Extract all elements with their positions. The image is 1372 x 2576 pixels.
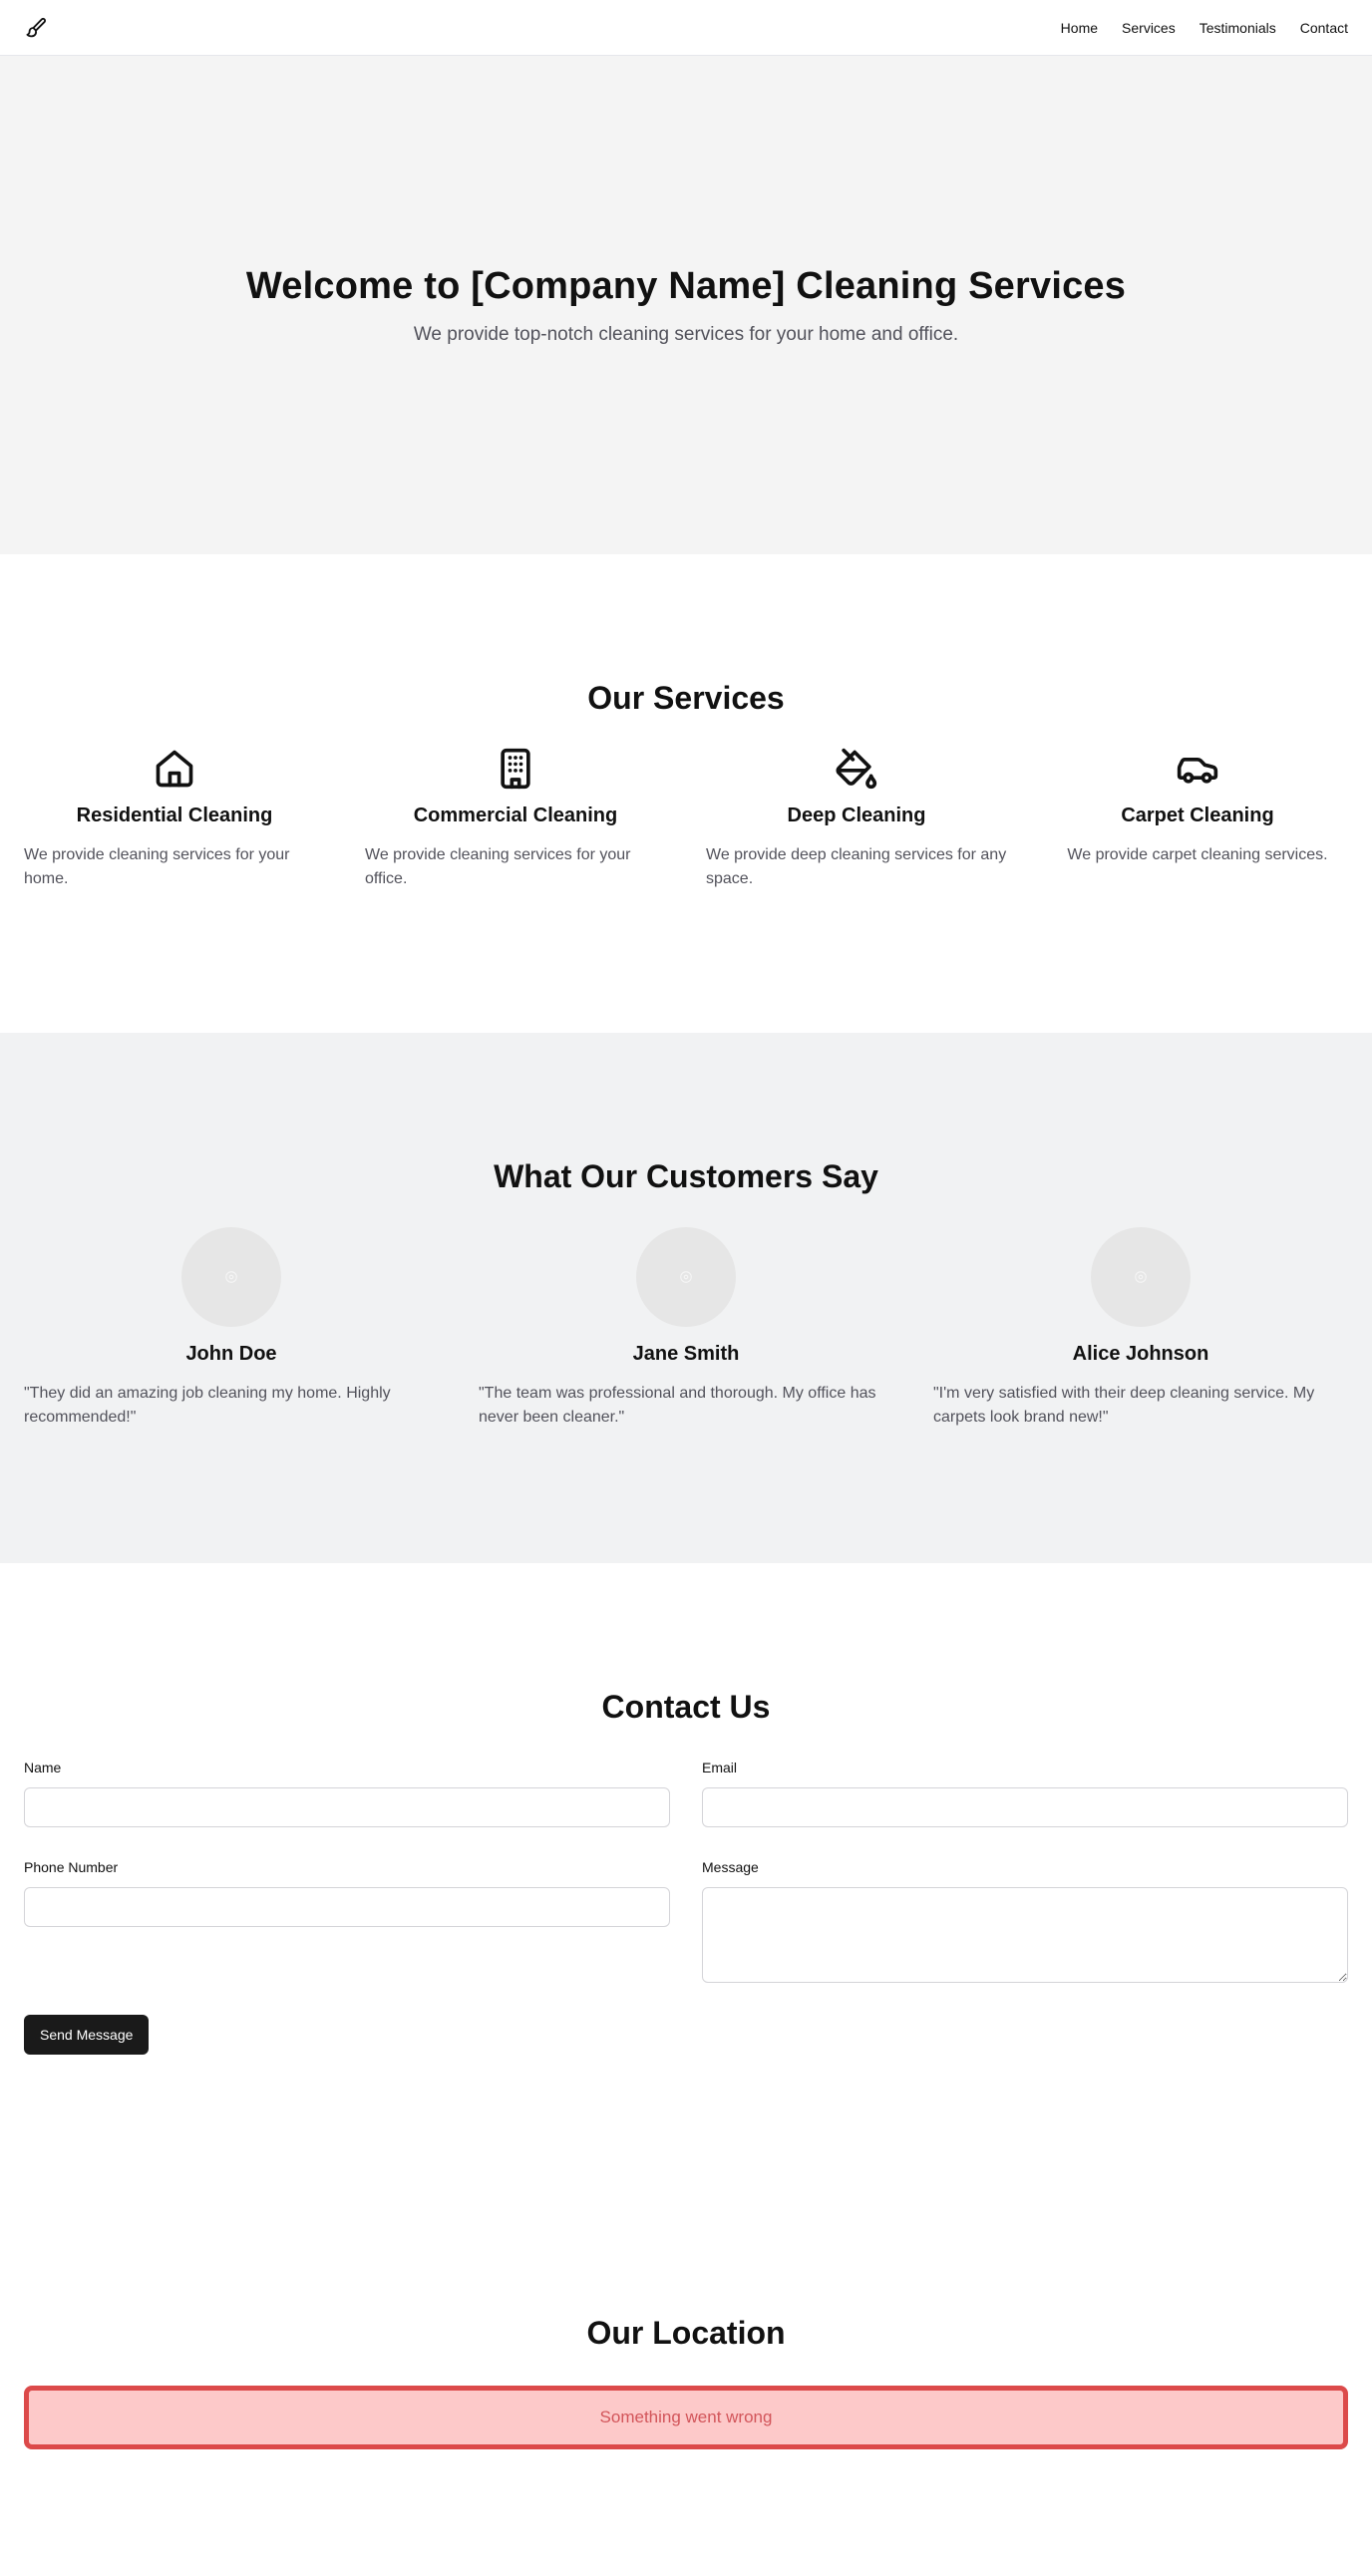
service-title: Deep Cleaning <box>787 805 926 826</box>
main-nav: Home Services Testimonials Contact <box>1061 20 1348 36</box>
nav-testimonials-link[interactable]: Testimonials <box>1200 20 1276 36</box>
hero-subtitle: We provide top-notch cleaning services f… <box>413 323 959 345</box>
service-description: We provide deep cleaning services for an… <box>706 846 1007 887</box>
paintbrush-icon[interactable] <box>24 16 48 40</box>
car-icon <box>1174 745 1221 793</box>
email-input[interactable] <box>702 1787 1348 1827</box>
service-title: Carpet Cleaning <box>1121 805 1274 826</box>
email-label: Email <box>702 1760 738 1775</box>
service-description: We provide cleaning services for your ho… <box>24 846 290 887</box>
service-card-deep: Deep Cleaning We provide deep cleaning s… <box>706 745 1007 891</box>
contact-form: Name Email Phone Number Message <box>0 1760 1372 2015</box>
location-section: Our Location Something went wrong <box>0 2189 1372 2576</box>
avatar <box>1091 1227 1191 1327</box>
testimonial-name: John Doe <box>185 1343 277 1365</box>
name-input[interactable] <box>24 1787 670 1827</box>
service-description: We provide cleaning services for your of… <box>365 846 631 887</box>
testimonials-grid: John Doe "They did an amazing job cleani… <box>0 1227 1372 1430</box>
testimonials-section: What Our Customers Say John Doe "They di… <box>0 1033 1372 1563</box>
hero-title: Welcome to [Company Name] Cleaning Servi… <box>245 264 1127 307</box>
services-grid: Residential Cleaning We provide cleaning… <box>0 745 1372 891</box>
testimonial-name: Alice Johnson <box>1072 1343 1209 1365</box>
home-icon <box>151 745 198 793</box>
testimonial-card: Jane Smith "The team was professional an… <box>479 1227 893 1430</box>
service-card-commercial: Commercial Cleaning We provide cleaning … <box>365 745 666 891</box>
site-header: Home Services Testimonials Contact <box>0 0 1372 56</box>
testimonial-quote: "They did an amazing job cleaning my hom… <box>24 1385 391 1426</box>
service-card-residential: Residential Cleaning We provide cleaning… <box>24 745 325 891</box>
map-error-box: Something went wrong <box>24 2386 1348 2449</box>
testimonial-name: Jane Smith <box>632 1343 740 1365</box>
message-label: Message <box>702 1859 759 1875</box>
building-icon <box>492 745 539 793</box>
contact-title: Contact Us <box>601 1689 771 1725</box>
error-message: Something went wrong <box>599 2408 773 2426</box>
phone-label: Phone Number <box>24 1859 119 1875</box>
nav-home-link[interactable]: Home <box>1061 20 1098 36</box>
testimonials-title: What Our Customers Say <box>494 1158 878 1194</box>
testimonial-card: John Doe "They did an amazing job cleani… <box>24 1227 439 1430</box>
service-card-carpet: Carpet Cleaning We provide carpet cleani… <box>1047 745 1348 891</box>
phone-input[interactable] <box>24 1887 670 1927</box>
service-description: We provide carpet cleaning services. <box>1067 846 1328 863</box>
testimonial-quote: "The team was professional and thorough.… <box>479 1385 876 1426</box>
hero-section: Welcome to [Company Name] Cleaning Servi… <box>0 56 1372 554</box>
submit-row: Send Message <box>0 2015 1372 2055</box>
send-message-button[interactable]: Send Message <box>24 2015 150 2055</box>
name-label: Name <box>24 1760 62 1775</box>
message-textarea[interactable] <box>702 1887 1348 1983</box>
services-section: Our Services Residential Cleaning We pro… <box>0 554 1372 1033</box>
location-title: Our Location <box>586 2315 786 2351</box>
email-field-group: Email <box>702 1760 1348 1827</box>
avatar <box>636 1227 736 1327</box>
testimonial-quote: "I'm very satisfied with their deep clea… <box>933 1385 1315 1426</box>
service-title: Residential Cleaning <box>76 805 273 826</box>
message-field-group: Message <box>702 1859 1348 1983</box>
services-title: Our Services <box>587 680 785 716</box>
testimonial-card: Alice Johnson "I'm very satisfied with t… <box>933 1227 1348 1430</box>
paint-bucket-icon <box>833 745 880 793</box>
name-field-group: Name <box>24 1760 670 1827</box>
phone-field-group: Phone Number <box>24 1859 670 1983</box>
avatar <box>181 1227 281 1327</box>
nav-contact-link[interactable]: Contact <box>1300 20 1348 36</box>
nav-services-link[interactable]: Services <box>1122 20 1176 36</box>
contact-section: Contact Us Name Email Phone Number Messa… <box>0 1563 1372 2189</box>
service-title: Commercial Cleaning <box>413 805 618 826</box>
